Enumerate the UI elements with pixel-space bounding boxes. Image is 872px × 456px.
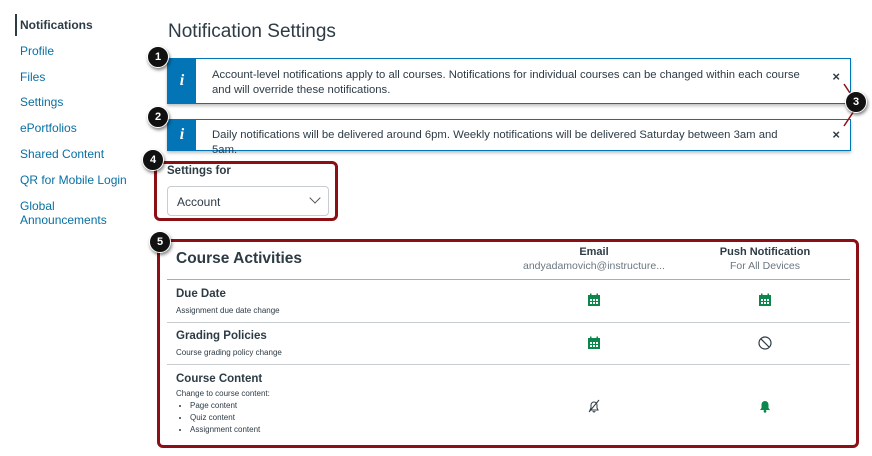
info-icon: i — [168, 120, 196, 150]
callout-1: 1 — [147, 46, 169, 68]
callout-5: 5 — [149, 231, 171, 253]
row-title: Grading Policies — [176, 330, 267, 342]
sidebar-item-files[interactable]: Files — [20, 70, 45, 84]
settings-for-label: Settings for — [167, 165, 231, 177]
row-title: Due Date — [176, 288, 226, 300]
row-desc: Assignment due date change — [176, 306, 280, 315]
sidebar-item-qr-login[interactable]: QR for Mobile Login — [20, 173, 127, 187]
sidebar-item-notifications[interactable]: Notifications — [20, 18, 93, 32]
disabled-icon[interactable] — [758, 336, 772, 350]
page-title: Notification Settings — [168, 21, 336, 42]
divider — [167, 364, 850, 365]
active-indicator — [15, 14, 17, 36]
callout-2: 2 — [147, 106, 169, 128]
alert-account-level: i Account-level notifications apply to a… — [167, 58, 851, 104]
calendar-icon[interactable] — [587, 336, 601, 350]
sidebar-item-global-announcements[interactable]: Global Announcements — [20, 199, 110, 227]
bell-off-icon[interactable] — [587, 399, 601, 413]
alert-delivery-times: i Daily notifications will be delivered … — [167, 119, 851, 156]
calendar-icon[interactable] — [758, 293, 772, 307]
sidebar-item-profile[interactable]: Profile — [20, 44, 54, 58]
column-push: Push Notification For All Devices — [719, 246, 811, 272]
row-desc: Course grading policy change — [176, 348, 282, 357]
alert-text: Account-level notifications apply to all… — [212, 69, 800, 96]
callout-4: 4 — [142, 149, 164, 171]
sidebar-item-shared-content[interactable]: Shared Content — [20, 147, 104, 161]
callout-3: 3 — [845, 91, 867, 113]
list-item: Quiz content — [190, 412, 270, 424]
bell-icon[interactable] — [758, 399, 772, 413]
divider — [167, 279, 850, 280]
row-title: Course Content — [176, 373, 263, 385]
list-item: Page content — [190, 400, 270, 412]
sidebar-item-eportfolios[interactable]: ePortfolios — [20, 121, 77, 135]
select-value: Account — [177, 195, 221, 209]
divider — [167, 322, 850, 323]
list-item: Assignment content — [190, 424, 270, 436]
row-desc: Change to course content: Page content Q… — [176, 388, 270, 436]
table-title: Course Activities — [176, 250, 303, 267]
chevron-down-icon — [309, 192, 321, 204]
calendar-icon[interactable] — [587, 293, 601, 307]
alert-text: Daily notifications will be delivered ar… — [212, 129, 778, 156]
settings-for-select[interactable]: Account — [167, 186, 329, 216]
column-email: Email andyadamovich@instructure... — [523, 246, 665, 272]
info-icon: i — [168, 59, 196, 103]
sidebar-item-settings[interactable]: Settings — [20, 95, 63, 109]
